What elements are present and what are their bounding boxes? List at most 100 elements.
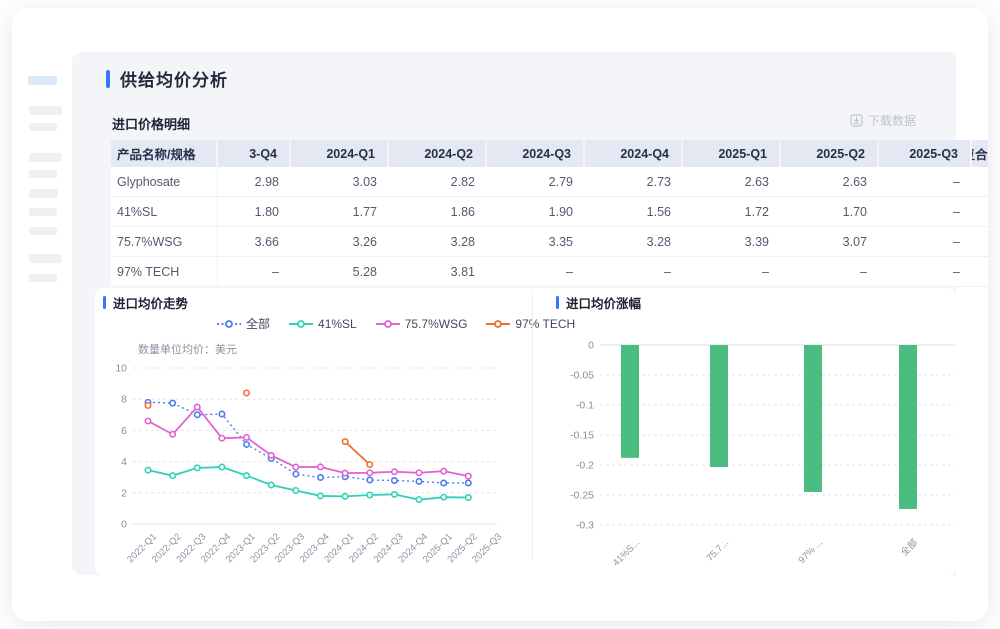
cagr-cell: -24.50% [972, 257, 988, 287]
svg-text:8: 8 [121, 394, 127, 406]
column-header: 2024-Q3 [487, 140, 585, 167]
charts-card: 进口均价走势 全部41%SL75.7%WSG97% TECH 数量单位均价：美元… [95, 288, 956, 575]
value-cell: 3.39 [683, 227, 781, 257]
sidebar-item[interactable] [29, 153, 62, 162]
chart-legend: 全部41%SL75.7%WSG97% TECH [217, 315, 575, 332]
table-row: 97% TECH–5.283.81–––––-24.50% [111, 257, 988, 287]
value-cell: 2.73 [585, 167, 683, 197]
value-cell: 3.26 [291, 227, 389, 257]
svg-text:-0.25: -0.25 [570, 490, 594, 502]
svg-text:6: 6 [121, 425, 127, 437]
sidebar-item[interactable] [29, 227, 57, 235]
value-cell: 3.35 [487, 227, 585, 257]
legend-marker [376, 319, 400, 329]
value-cell: – [879, 227, 972, 257]
value-cell: 2.63 [683, 167, 781, 197]
legend-label: 41%SL [318, 317, 357, 331]
value-cell: 2.98 [218, 167, 291, 197]
column-header: 产品名称/规格 [111, 140, 218, 167]
download-label: 下载数据 [868, 112, 916, 129]
column-header: 3-Q4 [218, 140, 291, 167]
sidebar-item[interactable] [29, 170, 57, 178]
trend-line-chart[interactable]: 02468102022-Q12022-Q22022-Q32022-Q42023-… [95, 338, 532, 575]
svg-text:-0.2: -0.2 [576, 460, 594, 472]
svg-text:-0.3: -0.3 [576, 520, 594, 532]
cagr-cell: -18.81% [972, 197, 988, 227]
legend-item-75.7%WSG[interactable]: 75.7%WSG [376, 317, 468, 331]
sidebar-item[interactable] [29, 106, 62, 115]
svg-text:4: 4 [121, 456, 127, 468]
line-chart-title-row: 进口均价走势 [103, 293, 188, 312]
svg-text:全部: 全部 [898, 537, 920, 559]
cagr-header-content: 复合年均增长率ⓘ [972, 144, 988, 163]
legend-label: 全部 [246, 315, 270, 332]
sidebar-item-active[interactable] [28, 76, 57, 85]
value-cell: 2.63 [781, 167, 879, 197]
sidebar-item[interactable] [29, 123, 57, 131]
value-cell: 3.81 [389, 257, 487, 287]
product-name-cell: 75.7%WSG [111, 227, 218, 257]
page-title: 供给均价分析 [120, 66, 228, 91]
chart-accent-bar [556, 296, 559, 309]
column-header: 2024-Q2 [389, 140, 487, 167]
column-header: 2025-Q1 [683, 140, 781, 167]
svg-text:75.7...: 75.7... [705, 537, 731, 563]
column-header: 2025-Q3 [879, 140, 972, 167]
app-window: 供给均价分析 进口价格明细 下载数据 产品名称/规格3-Q42024-Q1202… [12, 8, 988, 621]
svg-text:97% ...: 97% ... [796, 537, 825, 566]
value-cell: 1.70 [781, 197, 879, 227]
column-header-label: 复合年均增长率 [972, 144, 988, 163]
value-cell: 2.79 [487, 167, 585, 197]
cagr-cell: -20.34% [972, 227, 988, 257]
sidebar-item[interactable] [29, 189, 58, 198]
svg-text:-0.15: -0.15 [570, 430, 594, 442]
value-cell: 3.28 [389, 227, 487, 257]
import-price-table: 产品名称/规格3-Q42024-Q12024-Q22024-Q32024-Q42… [111, 140, 988, 287]
svg-text:0: 0 [121, 519, 127, 531]
table-row: 75.7%WSG3.663.263.283.353.283.393.07–-20… [111, 227, 988, 257]
column-header: 2024-Q1 [291, 140, 389, 167]
analysis-panel: 供给均价分析 进口价格明细 下载数据 产品名称/规格3-Q42024-Q1202… [72, 52, 956, 575]
bar-chart-title: 进口均价涨幅 [566, 293, 641, 312]
svg-text:2: 2 [121, 487, 127, 499]
growth-bar-chart[interactable]: 0 -0.05 -0.1 -0.15 -0.2 -0.25 -0.3 41%S... 75.7.… [532, 328, 956, 575]
sidebar-item[interactable] [29, 208, 57, 216]
line-chart-title: 进口均价走势 [113, 293, 188, 312]
table-row: Glyphosate2.983.032.822.792.732.632.63–-… [111, 167, 988, 197]
sidebar [12, 8, 72, 621]
value-cell: 1.77 [291, 197, 389, 227]
product-name-cell: Glyphosate [111, 167, 218, 197]
sidebar-item[interactable] [29, 274, 57, 282]
value-cell: 3.07 [781, 227, 879, 257]
legend-item-41%SL[interactable]: 41%SL [289, 317, 357, 331]
download-data-button[interactable]: 下载数据 [846, 110, 920, 131]
legend-label: 75.7%WSG [405, 317, 468, 331]
svg-text:10: 10 [115, 363, 127, 375]
value-cell: – [585, 257, 683, 287]
download-icon [850, 114, 863, 127]
value-cell: 1.56 [585, 197, 683, 227]
value-cell: – [879, 167, 972, 197]
table-header-row: 产品名称/规格3-Q42024-Q12024-Q22024-Q32024-Q42… [111, 140, 988, 167]
column-header: 2025-Q2 [781, 140, 879, 167]
value-cell: – [487, 257, 585, 287]
value-cell: – [879, 197, 972, 227]
sidebar-item[interactable] [29, 254, 62, 263]
value-cell: – [781, 257, 879, 287]
product-name-cell: 97% TECH [111, 257, 218, 287]
bar-chart-title-row: 进口均价涨幅 [556, 293, 641, 312]
value-cell: 5.28 [291, 257, 389, 287]
value-cell: 3.03 [291, 167, 389, 197]
column-header: 复合年均增长率ⓘ [972, 140, 988, 167]
legend-marker [217, 319, 241, 329]
value-cell: – [683, 257, 781, 287]
svg-text:-0.1: -0.1 [576, 400, 594, 412]
svg-text:-0.05: -0.05 [570, 370, 594, 382]
value-cell: 3.66 [218, 227, 291, 257]
value-cell: – [218, 257, 291, 287]
page-title-row: 供给均价分析 [106, 66, 228, 91]
value-cell: 1.72 [683, 197, 781, 227]
svg-text:0: 0 [588, 340, 594, 352]
svg-text:41%S...: 41%S... [611, 537, 642, 568]
legend-item-全部[interactable]: 全部 [217, 315, 270, 332]
